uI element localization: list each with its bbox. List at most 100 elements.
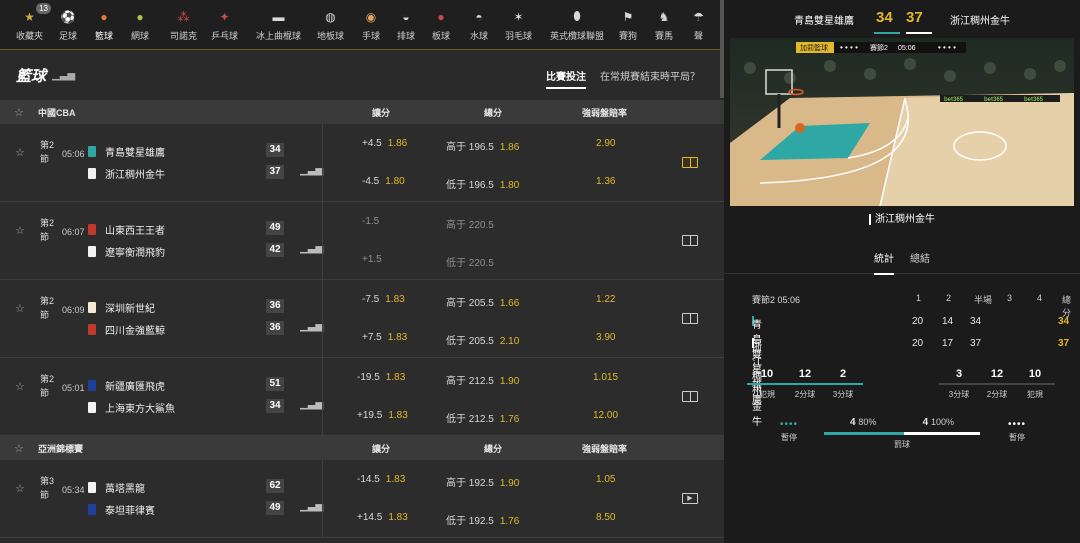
- sport-tab-9[interactable]: ◒ 排球: [397, 8, 415, 42]
- handicap-odd-1[interactable]: +7.5 1.83: [362, 332, 407, 343]
- away-team[interactable]: 浙江稠州金牛: [88, 166, 165, 181]
- total-odd-1[interactable]: 低于 192.5 1.76: [446, 512, 519, 527]
- handicap-odd-0[interactable]: -7.5 1.83: [362, 294, 405, 305]
- away-team[interactable]: 上海東方大鯊魚: [88, 400, 175, 415]
- bar-chart-icon[interactable]: ▁▃▅: [52, 70, 75, 81]
- total-odd-0[interactable]: 高于 205.5 1.66: [446, 294, 519, 309]
- stats-icon[interactable]: ▁▃▅: [300, 165, 323, 176]
- total-odd-0[interactable]: 高于 196.5 1.86: [446, 138, 519, 153]
- floorball-icon: ◍: [325, 9, 336, 24]
- sport-tab-12[interactable]: ✶ 羽毛球: [505, 8, 532, 42]
- home-team[interactable]: 新疆廣匯飛虎: [88, 378, 165, 393]
- sport-tab-13[interactable]: ⬮ 英式欖球聯盟: [550, 8, 604, 42]
- ft-away-pct: 100%: [930, 417, 954, 427]
- team-name: 遼寧衡潤飛豹: [105, 248, 165, 259]
- ft-away-bar: [904, 432, 980, 435]
- away-team[interactable]: 泰坦菲律賓: [88, 502, 155, 517]
- total-odd-1[interactable]: 低于 220.5: [446, 254, 494, 269]
- sport-tab-3[interactable]: ● 網球: [131, 8, 149, 42]
- sport-tab-8[interactable]: ◉ 手球: [362, 8, 380, 42]
- total-odd-1[interactable]: 低于 205.5 2.10: [446, 332, 519, 347]
- star-icon[interactable]: ☆: [15, 482, 25, 495]
- match-row[interactable]: ☆ 第2節 05:06 青島雙星雄鷹 34 浙江稠州金牛 37 ▁▃▅ +4.5 1.86 -4.5…: [0, 124, 724, 202]
- home-team[interactable]: 山東西王王者: [88, 222, 165, 237]
- sport-tab-5[interactable]: ✦ 乒乓球: [211, 8, 238, 42]
- moneyline-odd-0[interactable]: 1.05: [596, 474, 615, 485]
- home-team[interactable]: 深圳新世紀: [88, 300, 155, 315]
- match-row[interactable]: ☆ 第2節 05:01 新疆廣匯飛虎 51 上海東方大鯊魚 34 ▁▃▅ -19.5 1.83 +1…: [0, 358, 724, 436]
- league-name: 亞洲錦標賽: [38, 443, 84, 454]
- tab-inplay[interactable]: 比賽投注: [546, 68, 586, 89]
- sport-tab-11[interactable]: ◓ 水球: [470, 8, 488, 42]
- home-team[interactable]: 萬塔黑龍: [88, 480, 145, 495]
- total-odd-0[interactable]: 高于 220.5: [446, 216, 494, 231]
- star-icon[interactable]: ☆: [15, 380, 25, 393]
- video-play-icon[interactable]: ▶: [682, 493, 698, 504]
- more-icon: ☂: [693, 9, 704, 24]
- moneyline-odd-1[interactable]: 3.90: [596, 332, 615, 343]
- handicap-odd-0[interactable]: +4.5 1.86: [362, 138, 407, 149]
- court-view-icon[interactable]: [682, 157, 698, 168]
- court-view-icon[interactable]: [682, 235, 698, 246]
- star-icon[interactable]: ☆: [15, 302, 25, 315]
- jersey-icon: [88, 482, 96, 493]
- badminton-icon: ✶: [513, 9, 524, 24]
- handicap-odd-0[interactable]: -19.5 1.83: [357, 372, 405, 383]
- sport-tab-2[interactable]: ● 籃球: [95, 8, 114, 54]
- moneyline-odd-0[interactable]: 2.90: [596, 138, 615, 149]
- court-view-icon[interactable]: [682, 313, 698, 324]
- sport-tab-0[interactable]: ★ 13 收藏夾: [16, 3, 52, 42]
- tab-stats[interactable]: 統計: [874, 250, 894, 275]
- scoreboard-value: 20: [912, 338, 924, 349]
- moneyline-odd-1[interactable]: 8.50: [596, 512, 615, 523]
- away-score: 42: [266, 243, 284, 257]
- sport-tab-7[interactable]: ◍ 地板球: [317, 8, 344, 42]
- match-row[interactable]: ☆ 第3節 05:34 萬塔黑龍 62 泰坦菲律賓 49 ▁▃▅ -14.5 1.83 +14.5 1…: [0, 460, 724, 538]
- total-odd-1[interactable]: 低于 196.5 1.80: [446, 176, 519, 191]
- handicap-price: 1.83: [385, 372, 406, 383]
- handicap-odd-0[interactable]: -1.5: [362, 216, 379, 227]
- moneyline-odd-0[interactable]: 1.22: [596, 294, 615, 305]
- tab-summary[interactable]: 總結: [910, 250, 930, 265]
- home-team[interactable]: 青島雙星雄鷹: [88, 144, 165, 159]
- handicap-line: -7.5: [362, 294, 380, 305]
- star-icon[interactable]: ☆: [15, 224, 25, 237]
- stats-icon[interactable]: ▁▃▅: [300, 399, 323, 410]
- home-team-name: 青島雙星雄鷹: [794, 16, 854, 27]
- sport-tab-15[interactable]: ♞ 賽馬: [655, 8, 673, 42]
- total-odd-0[interactable]: 高于 212.5 1.90: [446, 372, 519, 387]
- handicap-price: 1.86: [387, 138, 408, 149]
- total-odd-1[interactable]: 低于 212.5 1.76: [446, 410, 519, 425]
- star-icon[interactable]: ☆: [15, 146, 25, 159]
- court-view-icon[interactable]: [682, 391, 698, 402]
- away-team[interactable]: 四川金強藍鯨: [88, 322, 165, 337]
- sport-tab-4[interactable]: ⁂ 司諾克: [170, 8, 197, 42]
- moneyline-odd-0[interactable]: 1.015: [593, 372, 618, 383]
- handicap-odd-0[interactable]: -14.5 1.83: [357, 474, 405, 485]
- stats-icon[interactable]: ▁▃▅: [300, 243, 323, 254]
- moneyline-odd-1[interactable]: 1.36: [596, 176, 615, 187]
- stats-icon[interactable]: ▁▃▅: [300, 321, 323, 332]
- sport-tab-1[interactable]: ⚽ 足球: [59, 8, 77, 42]
- away-team[interactable]: 遼寧衡潤飛豹: [88, 244, 165, 259]
- handicap-odd-1[interactable]: +1.5: [362, 254, 382, 265]
- total-odd-0[interactable]: 高于 192.5 1.90: [446, 474, 519, 489]
- match-row[interactable]: ☆ 第2節 06:09 深圳新世紀 36 四川金強藍鯨 36 ▁▃▅ -7.5 1.83 +7.5 1…: [0, 280, 724, 358]
- handicap-odd-1[interactable]: +19.5 1.83: [357, 410, 408, 421]
- tab-draw-question[interactable]: 在常規賽結束時平局？: [600, 68, 700, 89]
- team-name: 泰坦菲律賓: [105, 506, 155, 517]
- sport-tab-10[interactable]: ● 板球: [432, 8, 450, 42]
- volleyball-icon: ◒: [402, 9, 410, 24]
- team-stat-box: 10 犯規: [1015, 368, 1055, 400]
- sport-tab-14[interactable]: ⚑ 賽狗: [619, 8, 637, 42]
- star-icon[interactable]: ☆: [14, 442, 28, 455]
- handicap-odd-1[interactable]: -4.5 1.80: [362, 176, 405, 187]
- scoreboard-col-header: 4: [1037, 293, 1043, 303]
- star-icon[interactable]: ☆: [14, 106, 28, 119]
- moneyline-odd-1[interactable]: 12.00: [593, 410, 618, 421]
- sport-tab-16[interactable]: ☂ 聲: [690, 8, 707, 42]
- handicap-odd-1[interactable]: +14.5 1.83: [357, 512, 408, 523]
- match-row[interactable]: ☆ 第2節 06:07 山東西王王者 49 遼寧衡潤飛豹 42 ▁▃▅ -1.5 +1.5 高于 2…: [0, 202, 724, 280]
- stats-icon[interactable]: ▁▃▅: [300, 501, 323, 512]
- sport-tab-6[interactable]: ▬ 冰上曲棍球: [256, 8, 301, 42]
